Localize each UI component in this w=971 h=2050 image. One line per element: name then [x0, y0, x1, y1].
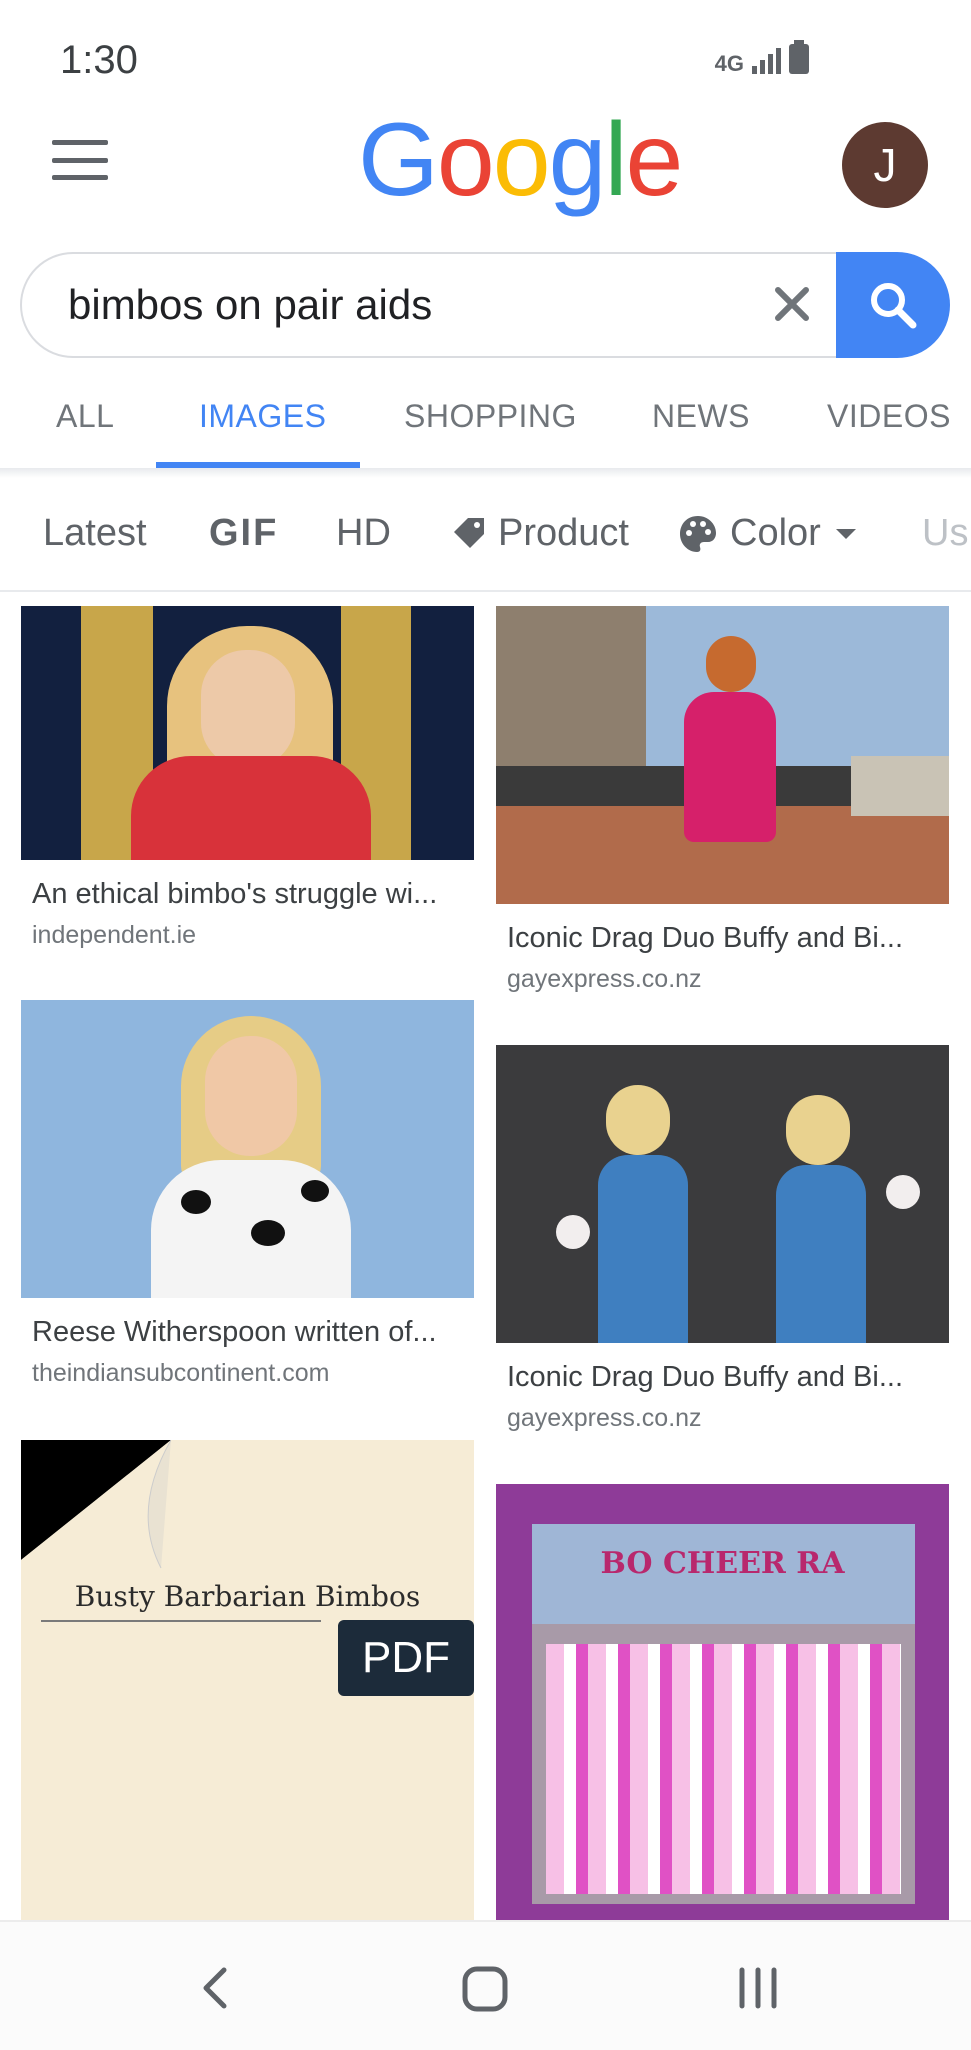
filter-hd-label: HD [336, 512, 391, 554]
result-title[interactable]: An ethical bimbo's struggle wi... [32, 878, 462, 911]
result-title[interactable]: Iconic Drag Duo Buffy and Bi... [507, 1361, 937, 1394]
result-domain: gayexpress.co.nz [507, 1404, 702, 1432]
palette-icon [680, 515, 716, 552]
filters-divider [0, 590, 971, 592]
network-type-icon: 4G [714, 51, 744, 76]
result-domain: gayexpress.co.nz [507, 965, 702, 993]
search-box [20, 252, 836, 358]
image-result[interactable]: Busty Barbarian Bimbos PDF [21, 1440, 474, 1920]
result-thumbnail[interactable] [21, 606, 474, 860]
search-tabs: ALL IMAGES SHOPPING NEWS VIDEOS [0, 380, 971, 470]
clear-search-icon[interactable] [766, 278, 818, 330]
filter-usage[interactable]: Us [922, 512, 968, 555]
result-thumbnail[interactable] [496, 606, 949, 904]
page-corner-icon [21, 1440, 171, 1569]
filter-color-label: Color [730, 512, 821, 554]
chevron-down-icon [835, 528, 856, 539]
result-thumbnail[interactable] [21, 1000, 474, 1298]
result-title[interactable]: Iconic Drag Duo Buffy and Bi... [507, 922, 937, 955]
filter-usage-label: Us [922, 512, 969, 554]
result-title[interactable]: Reese Witherspoon written of... [32, 1316, 462, 1349]
tabs-shadow [0, 468, 971, 478]
image-banner-text: BO CHEER RA [600, 1546, 845, 1581]
battery-icon [789, 40, 809, 74]
signal-icon [752, 48, 781, 74]
filter-latest[interactable]: Latest [43, 512, 147, 555]
status-time: 1:30 [60, 38, 138, 82]
document-title: Busty Barbarian Bimbos [74, 1580, 421, 1613]
filter-latest-label: Latest [43, 512, 147, 554]
image-result[interactable]: Iconic Drag Duo Buffy and Bi... gayexpre… [496, 1045, 949, 1433]
result-thumbnail[interactable]: BO CHEER RA [496, 1484, 949, 1920]
image-result[interactable]: An ethical bimbo's struggle wi... indepe… [21, 606, 474, 950]
pdf-badge-label: PDF [362, 1633, 450, 1682]
tab-images[interactable]: IMAGES [199, 398, 326, 435]
account-avatar[interactable]: J [842, 122, 928, 208]
image-result[interactable]: Iconic Drag Duo Buffy and Bi... gayexpre… [496, 606, 949, 994]
filter-color[interactable]: Color [678, 512, 859, 555]
recent-apps-icon[interactable] [736, 1966, 780, 2010]
image-result[interactable]: BO CHEER RA [496, 1484, 949, 1920]
menu-icon[interactable] [52, 140, 108, 180]
search-icon [871, 283, 917, 329]
system-nav-bar [0, 1920, 971, 2050]
filter-product[interactable]: Product [450, 512, 629, 555]
back-icon[interactable] [196, 1966, 232, 2010]
home-icon[interactable] [462, 1966, 508, 2012]
pdf-badge: PDF [338, 1620, 474, 1696]
result-domain: independent.ie [32, 921, 197, 949]
filter-chips: Latest GIF HD Product Color Us [0, 478, 971, 590]
google-logo: Google [358, 102, 683, 218]
tab-videos[interactable]: VIDEOS [827, 398, 951, 435]
tag-icon [454, 517, 484, 548]
result-thumbnail[interactable]: Busty Barbarian Bimbos PDF [21, 1440, 474, 1920]
search-input[interactable] [66, 280, 690, 330]
filter-gif[interactable]: GIF [209, 512, 278, 555]
image-result[interactable]: Reese Witherspoon written of... theindia… [21, 1000, 474, 1388]
result-thumbnail[interactable] [496, 1045, 949, 1343]
filter-gif-label: GIF [209, 512, 279, 554]
result-domain: theindiansubcontinent.com [32, 1359, 330, 1387]
search-button[interactable] [836, 252, 950, 358]
status-icons: 4G [714, 40, 809, 76]
filter-product-label: Product [498, 512, 629, 554]
tab-news[interactable]: NEWS [652, 398, 750, 435]
tab-shopping[interactable]: SHOPPING [404, 398, 577, 435]
tab-all[interactable]: ALL [56, 398, 114, 435]
filter-hd[interactable]: HD [336, 512, 391, 555]
